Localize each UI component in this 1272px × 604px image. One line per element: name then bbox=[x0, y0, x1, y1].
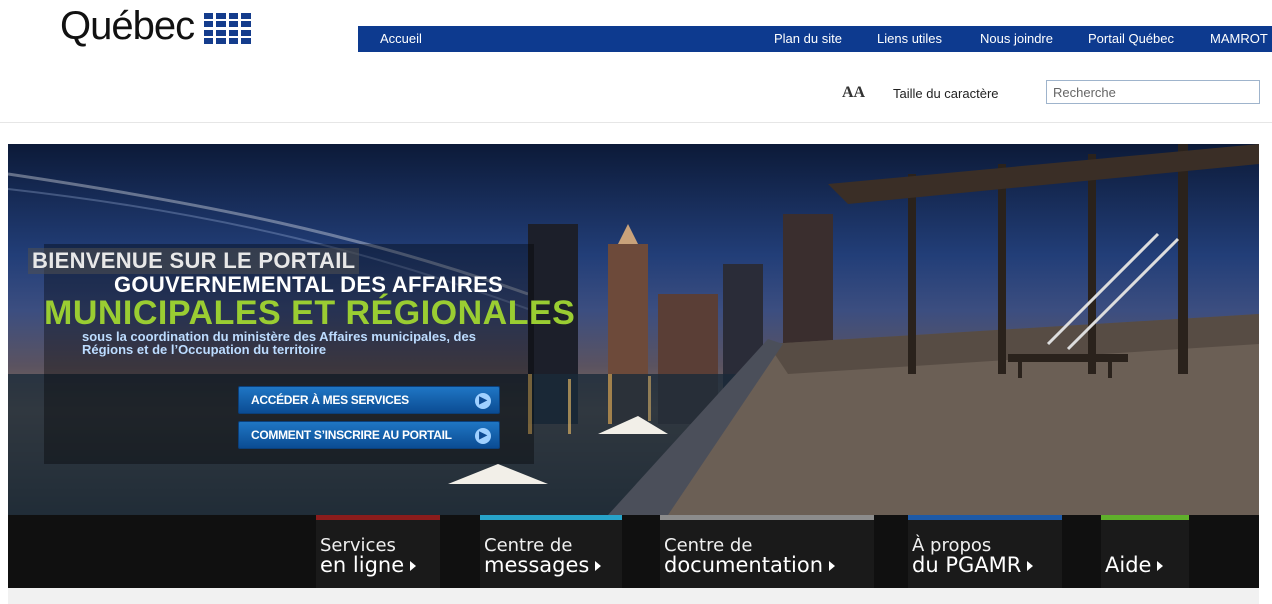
bottom-nav-messages-bar bbox=[480, 515, 622, 520]
hero-banner: BIENVENUE SUR LE PORTAIL GOUVERNEMENTAL … bbox=[8, 144, 1259, 515]
bottom-nav-centre-messages[interactable]: Centre de messages bbox=[480, 515, 622, 588]
nav-portail-quebec[interactable]: Portail Québec bbox=[1088, 31, 1174, 46]
bottom-nav-documentation-line2: documentation bbox=[664, 553, 824, 577]
bottom-nav-apropos-bar bbox=[908, 515, 1062, 520]
triangle-right-icon bbox=[829, 561, 836, 571]
bottom-nav-aide[interactable]: Aide bbox=[1101, 515, 1189, 588]
bottom-nav-aide-bar bbox=[1101, 515, 1189, 520]
top-navigation: Accueil Plan du site Liens utiles Nous j… bbox=[358, 26, 1272, 52]
comment-inscrire-label: COMMENT S’INSCRIRE AU PORTAIL bbox=[251, 428, 452, 442]
quebec-logo[interactable]: Québec bbox=[60, 2, 252, 50]
bottom-nav-services-bar bbox=[316, 515, 440, 520]
welcome-line-1: BIENVENUE SUR LE PORTAIL bbox=[28, 248, 360, 274]
bottom-nav-aide-line2: Aide bbox=[1105, 553, 1152, 577]
bottom-nav-services-en-ligne[interactable]: Services en ligne bbox=[316, 515, 440, 588]
logo-text: Québec bbox=[60, 4, 195, 48]
nav-accueil[interactable]: Accueil bbox=[380, 31, 422, 46]
triangle-right-icon bbox=[1027, 561, 1034, 571]
nav-plan-du-site[interactable]: Plan du site bbox=[774, 31, 842, 46]
bottom-strip bbox=[8, 588, 1259, 604]
search-input[interactable] bbox=[1046, 80, 1260, 104]
nav-mamrot[interactable]: MAMROT bbox=[1210, 31, 1268, 46]
nav-nous-joindre[interactable]: Nous joindre bbox=[980, 31, 1053, 46]
acceder-services-button[interactable]: ACCÉDER À MES SERVICES ▶ bbox=[238, 386, 500, 414]
triangle-right-icon bbox=[1157, 561, 1164, 571]
bottom-nav-services-line2: en ligne bbox=[320, 553, 405, 577]
nav-liens-utiles[interactable]: Liens utiles bbox=[877, 31, 942, 46]
welcome-subtitle: sous la coordination du ministère des Af… bbox=[82, 329, 476, 357]
welcome-line-3: MUNICIPALES ET RÉGIONALES bbox=[44, 294, 576, 332]
font-size-label[interactable]: Taille du caractère bbox=[893, 86, 999, 101]
bottom-nav-a-propos[interactable]: À propos du PGAMR bbox=[908, 515, 1062, 588]
bottom-nav-documentation-bar bbox=[660, 515, 874, 520]
triangle-right-icon bbox=[410, 561, 417, 571]
triangle-right-icon bbox=[595, 561, 602, 571]
arrow-right-icon: ▶ bbox=[475, 393, 491, 409]
arrow-right-icon: ▶ bbox=[475, 428, 491, 444]
acceder-services-label: ACCÉDER À MES SERVICES bbox=[251, 393, 409, 407]
bottom-nav-centre-documentation[interactable]: Centre de documentation bbox=[660, 515, 874, 588]
bottom-navigation: Services en ligne Centre de messages Cen… bbox=[8, 515, 1259, 588]
comment-inscrire-button[interactable]: COMMENT S’INSCRIRE AU PORTAIL ▶ bbox=[238, 421, 500, 449]
fleurdelise-flag-icon bbox=[204, 12, 252, 44]
bottom-nav-apropos-line2: du PGAMR bbox=[912, 553, 1022, 577]
font-size-icon-label: AA bbox=[842, 84, 866, 101]
bottom-nav-messages-line2: messages bbox=[484, 553, 590, 577]
header-divider bbox=[0, 122, 1272, 123]
font-size-toggle-icon[interactable]: AA bbox=[842, 84, 865, 102]
